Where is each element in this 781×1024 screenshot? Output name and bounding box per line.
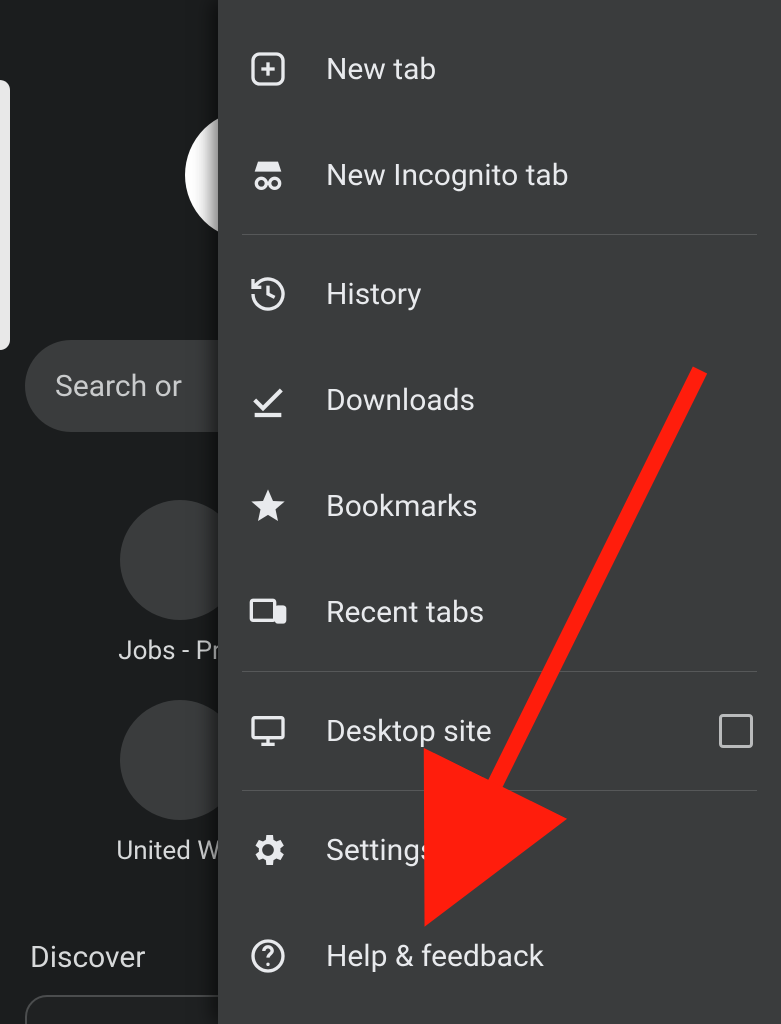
menu-item-label: Bookmarks: [326, 489, 478, 524]
menu-item-settings[interactable]: Settings: [218, 797, 781, 903]
menu-item-downloads[interactable]: Downloads: [218, 347, 781, 453]
menu-divider: [242, 671, 757, 672]
plus-box-icon: [246, 47, 290, 91]
menu-divider: [242, 790, 757, 791]
history-icon: [246, 272, 290, 316]
menu-item-bookmarks[interactable]: Bookmarks: [218, 453, 781, 559]
star-icon: [246, 484, 290, 528]
menu-item-label: Desktop site: [326, 714, 492, 749]
menu-item-desktop-site[interactable]: Desktop site: [218, 678, 781, 784]
devices-icon: [246, 590, 290, 634]
download-icon: [246, 378, 290, 422]
menu-item-label: Recent tabs: [326, 595, 484, 630]
scroll-hint: [0, 80, 10, 350]
incognito-icon: [246, 153, 290, 197]
menu-item-label: Help & feedback: [326, 939, 544, 974]
search-text: Search or: [55, 369, 182, 404]
overflow-menu: New tab New Incognito tab History Downlo…: [218, 0, 781, 1024]
menu-item-label: Settings: [326, 833, 436, 868]
menu-item-new-tab[interactable]: New tab: [218, 16, 781, 122]
menu-item-label: New tab: [326, 52, 436, 87]
menu-item-history[interactable]: History: [218, 241, 781, 347]
help-icon: [246, 934, 290, 978]
menu-item-label: Downloads: [326, 383, 475, 418]
menu-item-label: History: [326, 277, 421, 312]
gear-icon: [246, 828, 290, 872]
menu-item-label: New Incognito tab: [326, 158, 569, 193]
desktop-site-checkbox[interactable]: [719, 714, 753, 748]
menu-item-help[interactable]: Help & feedback: [218, 903, 781, 1009]
monitor-icon: [246, 709, 290, 753]
menu-item-new-incognito[interactable]: New Incognito tab: [218, 122, 781, 228]
discover-heading: Discover: [30, 940, 145, 975]
menu-divider: [242, 234, 757, 235]
menu-item-recent-tabs[interactable]: Recent tabs: [218, 559, 781, 665]
